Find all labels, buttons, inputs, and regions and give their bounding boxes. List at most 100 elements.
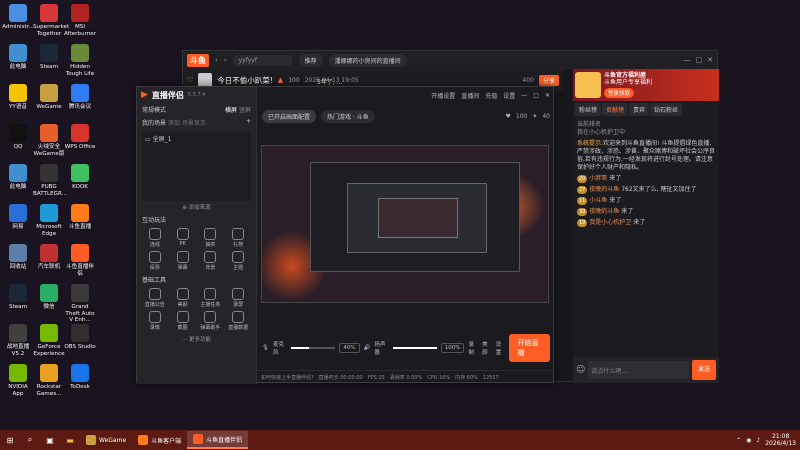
landscape-toggle[interactable]: 横屏 [225, 107, 237, 114]
desktop-icon[interactable]: 汽车联机 [33, 244, 65, 271]
tab-add[interactable]: 添加 [168, 120, 180, 127]
speaker-slider[interactable] [392, 347, 437, 349]
tab-room[interactable]: 潘娜娜的小房间的直播间 [328, 53, 407, 67]
search-input[interactable]: yyfyyf [232, 54, 293, 66]
chat-username[interactable]: 夜晚的斗鱼 [589, 186, 619, 193]
desktop-icon[interactable]: 回收站 [2, 244, 34, 271]
desktop-icon[interactable]: 斗鱼直播 [64, 204, 96, 231]
tool-item[interactable]: 主播任务 [198, 288, 224, 308]
rank-tab[interactable]: 贡献榜 [602, 103, 629, 116]
tool-item[interactable]: 美颜 [170, 288, 196, 308]
chat-username[interactable]: 我是小心机护卫 [589, 219, 631, 226]
desktop-icon[interactable]: 腾讯会议 [64, 84, 96, 111]
minimize-icon[interactable]: — [521, 92, 527, 99]
search-icon[interactable]: ⌕ [22, 432, 38, 448]
desktop-icon[interactable]: 此电脑 [2, 164, 34, 191]
start-icon[interactable]: ⊞ [2, 432, 18, 448]
chat-username[interactable]: 小斗鱼 [589, 197, 607, 204]
add-scene-icon[interactable]: + [246, 118, 251, 127]
live-top-button[interactable]: 开播设置 [431, 91, 455, 100]
tool-item[interactable]: 背景 [198, 251, 224, 271]
desktop-icon[interactable]: WeGame [33, 84, 65, 111]
tool-item[interactable]: 主题 [225, 251, 251, 271]
desktop-icon[interactable]: YY语音 [2, 84, 34, 111]
rank-tab[interactable]: 贵宾 [629, 103, 650, 116]
desktop-icon[interactable]: Steam [2, 284, 34, 311]
tool-item[interactable]: 录像 [142, 311, 168, 331]
settings-button[interactable]: 设置 [496, 340, 506, 356]
tool-item[interactable]: 礼物 [225, 228, 251, 248]
desktop-icon[interactable]: QQ [2, 124, 34, 151]
tool-item[interactable]: 投票 [142, 251, 168, 271]
record-button[interactable]: 录制 [468, 340, 478, 356]
category-pill[interactable]: 已开启画面配置 [262, 109, 317, 123]
speaker-icon[interactable]: 🔊 [364, 345, 371, 351]
scene-item[interactable]: ▭ 全屏_1 [145, 134, 248, 143]
desktop-icon[interactable]: ToDesk [64, 364, 96, 391]
task-view-icon[interactable]: ▣ [42, 432, 58, 448]
tool-item[interactable]: 直播公告 [142, 288, 168, 308]
stream-preview[interactable] [261, 145, 549, 303]
desktop-icon[interactable]: Administr... [2, 4, 34, 31]
desktop-icon[interactable]: 战地直播 V5.2 [2, 324, 34, 357]
tab-scene-display[interactable]: 场景显示 [182, 120, 206, 127]
portrait-toggle[interactable]: 竖屏 [239, 107, 251, 114]
title-hint[interactable]: 5年了, ... [317, 77, 342, 86]
share-button[interactable]: 分享 [538, 74, 559, 86]
desktop-icon[interactable]: PUBG BATTLEGR... [33, 164, 67, 197]
desktop-icon[interactable]: Steam [33, 44, 65, 71]
mic-icon[interactable]: 🎙 [262, 345, 269, 351]
desktop-icon[interactable]: Supermarket Together [33, 4, 69, 37]
tool-item[interactable]: PK [170, 228, 196, 248]
close-icon[interactable]: ✕ [707, 56, 713, 64]
desktop-icon[interactable]: 此电脑 [2, 44, 34, 71]
desktop-icon[interactable]: 火绒安全 WeGame版 [33, 124, 65, 157]
desktop-icon[interactable]: KOOK [64, 164, 96, 191]
tool-item[interactable]: 连线 [142, 228, 168, 248]
rank-tab[interactable]: 粉丝榜 [575, 103, 602, 116]
network-icon[interactable]: ◉ [746, 437, 751, 444]
promo-login-button[interactable]: 登录领取 [604, 88, 635, 98]
taskbar-app[interactable]: 斗鱼直播伴侣 [187, 431, 249, 449]
live-top-button[interactable]: 直播间 [461, 91, 479, 100]
promo-banner[interactable]: 斗鱼官方福利屋 斗鱼用户专享福利 登录领取 [573, 69, 719, 101]
mode-select[interactable]: 常规模式 [142, 105, 166, 114]
tray-chevron-icon[interactable]: ⌃ [736, 437, 741, 444]
start-live-button[interactable]: 开始直播 [509, 334, 550, 362]
live-top-button[interactable]: 设置 [503, 91, 515, 100]
desktop-icon[interactable]: Microsoft Edge [33, 204, 65, 237]
desktop-icon[interactable]: 网易 [2, 204, 34, 231]
rank-tab[interactable]: 钻石粉丝 [650, 103, 683, 116]
volume-icon[interactable]: ♪ [756, 437, 760, 444]
tool-item[interactable]: 录屏 [225, 288, 251, 308]
beauty-button[interactable]: 美颜 [482, 340, 492, 356]
send-button[interactable]: 发送 [692, 360, 716, 380]
desktop-icon[interactable]: Hidden Tough Life [64, 44, 96, 77]
desktop-icon[interactable]: WPS Office [64, 124, 96, 151]
desktop-icon[interactable]: NVIDIA App [2, 364, 34, 397]
live-top-button[interactable]: 充值 [485, 91, 497, 100]
tool-item[interactable]: 直播数据 [225, 311, 251, 331]
desktop-icon[interactable]: OBS Studio [64, 324, 96, 351]
desktop-icon[interactable]: MSI Afterburner [64, 4, 96, 37]
tab-recommend[interactable]: 推荐 [298, 53, 323, 67]
taskbar-app[interactable]: 斗鱼客户端 [132, 431, 187, 449]
tool-item[interactable]: 抽奖 [198, 228, 224, 248]
chat-username[interactable]: 小胖哥 [589, 175, 607, 182]
chat-input[interactable]: 说点什么吧... [588, 361, 689, 379]
more-tools-button[interactable]: ··· 更多功能 [142, 335, 251, 343]
heart-icon[interactable]: ♡ [187, 76, 193, 84]
tool-item[interactable]: 截图 [170, 311, 196, 331]
tab-my-scenes[interactable]: 我的场景 [142, 120, 166, 127]
chat-username[interactable]: 夜晚的斗鱼 [589, 208, 619, 215]
back-icon[interactable]: ‹ [215, 56, 218, 64]
taskbar-app[interactable]: WeGame [80, 431, 132, 449]
close-icon[interactable]: ✕ [545, 92, 550, 99]
forward-icon[interactable]: › [224, 56, 227, 64]
minimize-icon[interactable]: — [684, 56, 691, 64]
game-pill[interactable]: 热门游戏 · 斗鱼 [321, 109, 375, 123]
desktop-icon[interactable]: Grand Theft Auto V Enh... [64, 284, 96, 324]
status-item[interactable]: 如何快速上手直播伴侣? [261, 374, 314, 381]
maximize-icon[interactable]: □ [696, 56, 703, 64]
mic-slider[interactable] [291, 347, 336, 349]
